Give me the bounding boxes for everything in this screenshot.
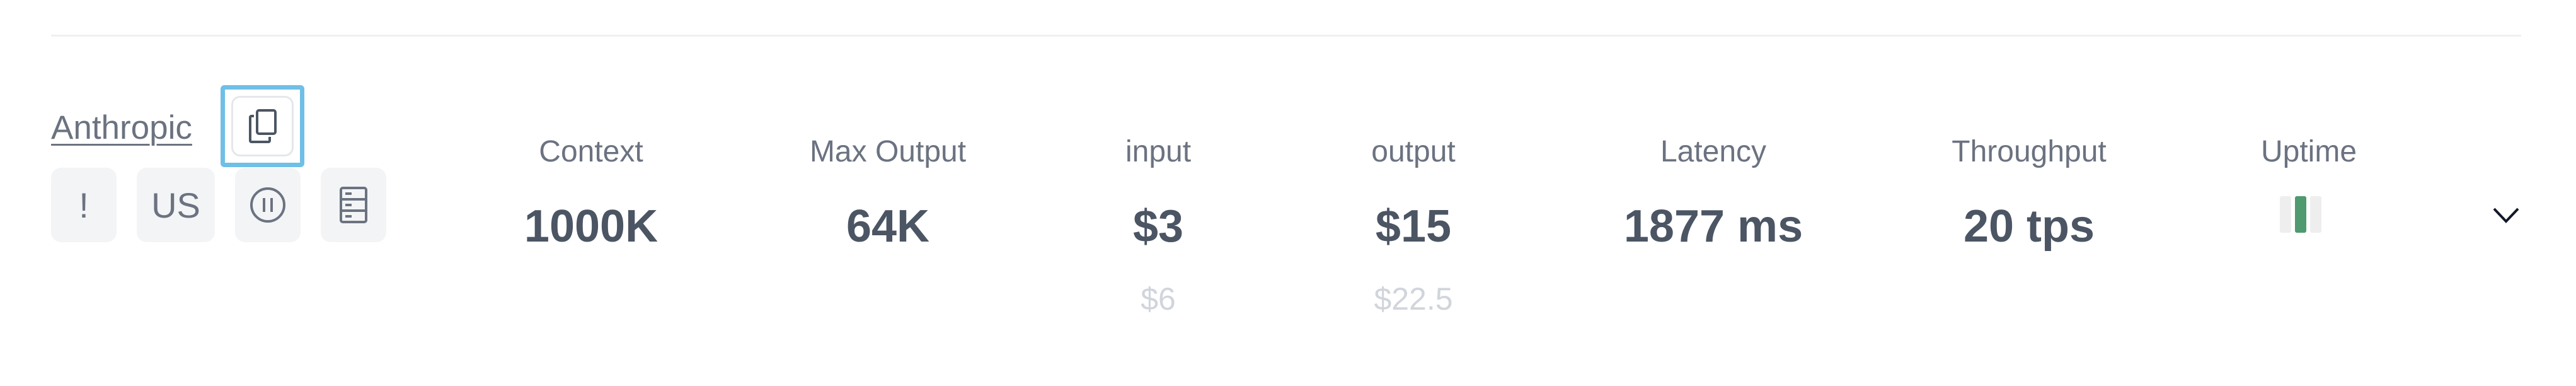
server-badge[interactable] (321, 168, 386, 242)
copy-icon (248, 109, 277, 143)
latency-value: 1877 ms (1623, 201, 1803, 252)
context-label: Context (539, 135, 643, 168)
throughput-value: 20 tps (1963, 201, 2095, 252)
warning-icon: ! (79, 185, 89, 225)
uptime-label: Uptime (2260, 135, 2357, 168)
pause-badge[interactable] (235, 168, 301, 242)
max-output-value: 64K (846, 201, 930, 252)
input-price-value: $3 (1132, 201, 1184, 252)
input-price-label: input (1125, 135, 1192, 168)
uptime-bar[interactable] (2310, 196, 2321, 233)
output-price-secondary: $22.5 (1374, 281, 1453, 317)
context-value: 1000K (524, 201, 658, 252)
top-divider (51, 35, 2521, 37)
region-label: US (151, 185, 200, 225)
output-price-label: output (1371, 135, 1456, 168)
pause-circle-icon (250, 187, 285, 223)
warning-badge[interactable]: ! (51, 168, 117, 242)
uptime-bars[interactable] (2280, 196, 2321, 233)
uptime-bar[interactable] (2280, 196, 2291, 233)
region-badge[interactable]: US (137, 168, 215, 242)
uptime-bar[interactable] (2295, 196, 2306, 233)
copy-button-focus-ring (221, 85, 304, 167)
max-output-label: Max Output (809, 135, 967, 168)
provider-link[interactable]: Anthropic (51, 108, 192, 147)
chevron-down-icon[interactable] (2492, 206, 2520, 224)
output-price-value: $15 (1375, 201, 1452, 252)
latency-label: Latency (1660, 135, 1767, 168)
copy-button[interactable] (231, 96, 294, 156)
throughput-label: Throughput (1952, 135, 2107, 168)
server-icon (340, 187, 367, 223)
input-price-secondary: $6 (1141, 281, 1176, 317)
